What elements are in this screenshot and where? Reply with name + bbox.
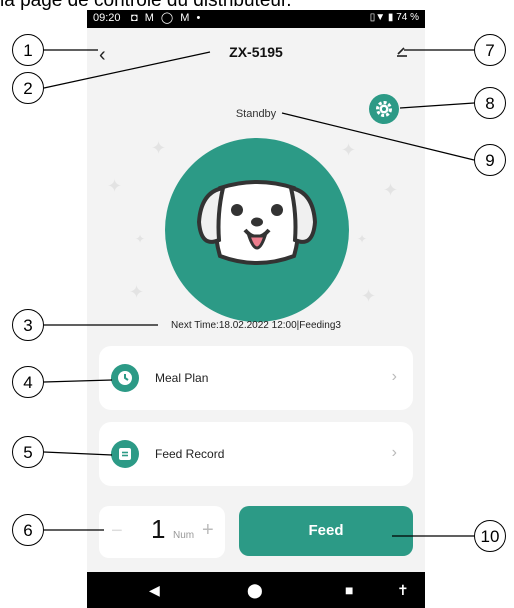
callout-marker: 7 bbox=[474, 34, 506, 66]
callout-marker: 5 bbox=[12, 436, 44, 468]
callout-marker: 8 bbox=[474, 87, 506, 119]
callout-marker: 6 bbox=[12, 514, 44, 546]
callout-marker: 4 bbox=[12, 366, 44, 398]
callout-marker: 10 bbox=[474, 520, 506, 552]
callout-marker: 1 bbox=[12, 34, 44, 66]
callout-marker: 9 bbox=[474, 144, 506, 176]
callout-marker: 2 bbox=[12, 72, 44, 104]
callout-leader-lines bbox=[42, 49, 475, 537]
callout-marker: 3 bbox=[12, 309, 44, 341]
